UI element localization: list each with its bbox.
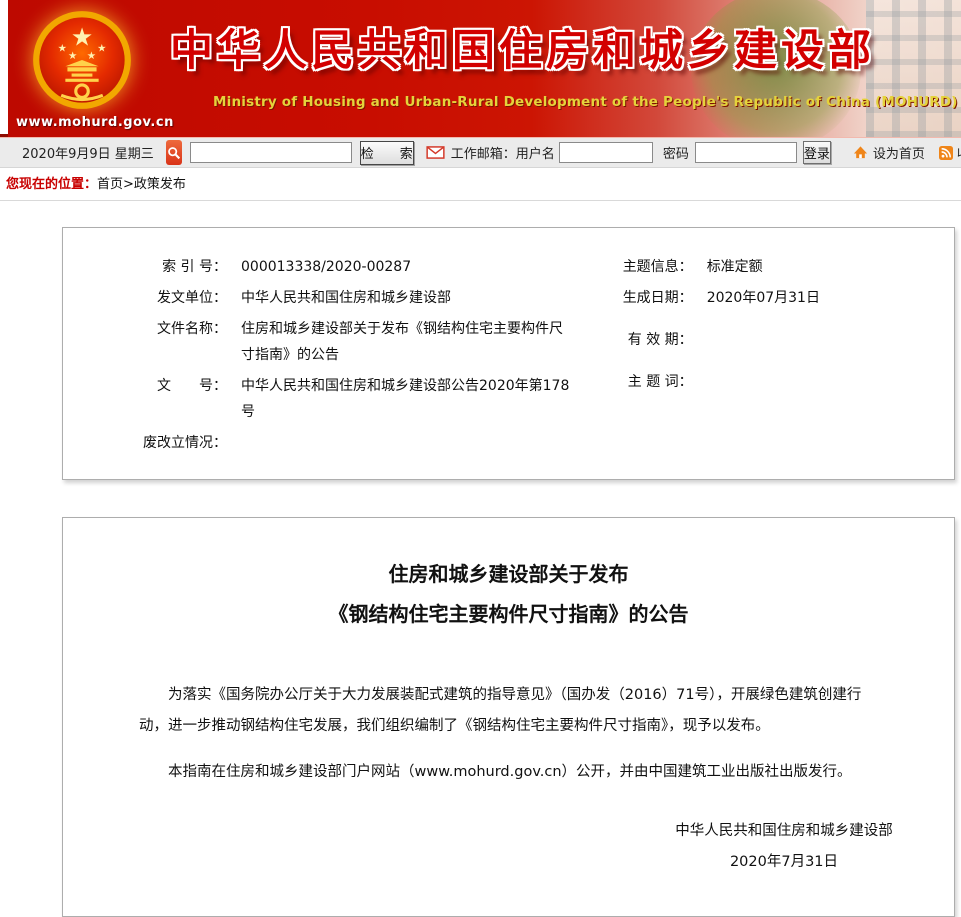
mail-label: 工作邮箱：: [451, 143, 516, 162]
info-right-column: 主题信息： 标准定额 生成日期： 2020年07月31日 有 效 期： 主 题 …: [577, 254, 928, 461]
breadcrumb: 您现在的位置：首页>政策发布: [0, 168, 961, 201]
svg-text:★: ★: [58, 43, 67, 55]
svg-text:★: ★: [97, 43, 106, 55]
field-label: 主题信息：: [577, 254, 693, 280]
announcement-paragraph: 为落实《国务院办公厅关于大力发展装配式建筑的指导意见》（国办发（2016）71号…: [139, 680, 876, 742]
username-label: 用户名: [516, 143, 555, 162]
site-title: 中华人民共和国住房和城乡建设部: [170, 16, 875, 78]
signature-org: 中华人民共和国住房和城乡建设部: [569, 816, 961, 847]
field-label: 索 引 号：: [111, 254, 227, 280]
svg-text:★: ★: [71, 22, 93, 51]
set-homepage-link[interactable]: 设为首页: [873, 143, 925, 162]
field-label: 主 题 词：: [577, 369, 693, 395]
announcement-panel: 住房和城乡建设部关于发布 《钢结构住宅主要构件尺寸指南》的公告 为落实《国务院办…: [62, 517, 955, 917]
field-document-title: 文件名称： 住房和城乡建设部关于发布《钢结构住宅主要构件尺寸指南》的公告: [111, 316, 577, 368]
announcement-body: 为落实《国务院办公厅关于大力发展装配式建筑的指导意见》（国办发（2016）71号…: [63, 680, 954, 878]
password-input[interactable]: [695, 142, 797, 163]
field-label: 文 号：: [111, 373, 227, 425]
announcement-paragraph: 本指南在住房和城乡建设部门户网站（www.mohurd.gov.cn）公开，并由…: [139, 757, 876, 788]
field-generation-date: 生成日期： 2020年07月31日: [577, 285, 928, 311]
field-value: 住房和城乡建设部关于发布《钢结构住宅主要构件尺寸指南》的公告: [227, 316, 577, 368]
field-value: 标准定额: [693, 254, 928, 280]
field-value: 2020年07月31日: [693, 285, 928, 311]
breadcrumb-label: 您现在的位置：: [6, 177, 97, 192]
field-repeal-status: 废改立情况：: [111, 430, 577, 456]
document-info-panel: 索 引 号： 000013338/2020-00287 发文单位： 中华人民共和…: [62, 227, 955, 480]
search-icon[interactable]: [166, 140, 182, 165]
search-input[interactable]: [190, 142, 352, 163]
home-icon: [853, 145, 868, 160]
field-document-number: 文 号： 中华人民共和国住房和城乡建设部公告2020年第178号: [111, 373, 577, 425]
document-info-grid: 索 引 号： 000013338/2020-00287 发文单位： 中华人民共和…: [63, 228, 954, 479]
site-subtitle-english: Ministry of Housing and Urban-Rural Deve…: [213, 94, 958, 110]
info-left-column: 索 引 号： 000013338/2020-00287 发文单位： 中华人民共和…: [111, 254, 577, 461]
header-background: ★ ★ ★ ★ ★ www.mohurd.gov.cn 中华人民共和国住房和城乡…: [8, 0, 961, 137]
signature-block: 中华人民共和国住房和城乡建设部 2020年7月31日: [569, 816, 961, 878]
field-value: 中华人民共和国住房和城乡建设部: [227, 285, 577, 311]
field-value: [693, 369, 928, 395]
current-date: 2020年9月9日 星期三: [22, 143, 154, 162]
field-value: 中华人民共和国住房和城乡建设部公告2020年第178号: [227, 373, 577, 425]
field-validity-period: 有 效 期：: [577, 327, 928, 353]
favorite-link[interactable]: 收: [957, 143, 961, 162]
header-banner: ★ ★ ★ ★ ★ www.mohurd.gov.cn 中华人民共和国住房和城乡…: [0, 0, 961, 137]
field-label: 有 效 期：: [577, 327, 693, 353]
announcement-title-line1: 住房和城乡建设部关于发布: [63, 554, 954, 594]
field-subject-words: 主 题 词：: [577, 369, 928, 395]
svg-text:★: ★: [68, 50, 77, 62]
mail-icon: [426, 146, 445, 159]
announcement-title-line2: 《钢结构住宅主要构件尺寸指南》的公告: [63, 594, 954, 634]
field-label: 废改立情况：: [111, 430, 227, 456]
field-label: 文件名称：: [111, 316, 227, 368]
password-label: 密码: [663, 143, 689, 162]
national-emblem-icon: ★ ★ ★ ★ ★: [30, 8, 134, 112]
header-photo-building: [866, 0, 961, 137]
field-value: [693, 327, 928, 353]
field-issuing-unit: 发文单位： 中华人民共和国住房和城乡建设部: [111, 285, 577, 311]
field-topic-info: 主题信息： 标准定额: [577, 254, 928, 280]
rss-favorite-icon: [939, 146, 953, 160]
site-url: www.mohurd.gov.cn: [16, 115, 156, 130]
field-label: 生成日期：: [577, 285, 693, 311]
signature-date: 2020年7月31日: [569, 847, 961, 878]
username-input[interactable]: [559, 142, 653, 163]
toolbar: 2020年9月9日 星期三 检 索 工作邮箱： 用户名 密码 登录 设为首页: [0, 137, 961, 168]
search-button[interactable]: 检 索: [360, 141, 414, 165]
field-value: [227, 430, 577, 456]
breadcrumb-path[interactable]: 首页>政策发布: [97, 177, 186, 192]
field-label: 发文单位：: [111, 285, 227, 311]
field-index-number: 索 引 号： 000013338/2020-00287: [111, 254, 577, 280]
field-value: 000013338/2020-00287: [227, 254, 577, 280]
login-button[interactable]: 登录: [803, 141, 831, 164]
svg-text:★: ★: [87, 50, 96, 62]
